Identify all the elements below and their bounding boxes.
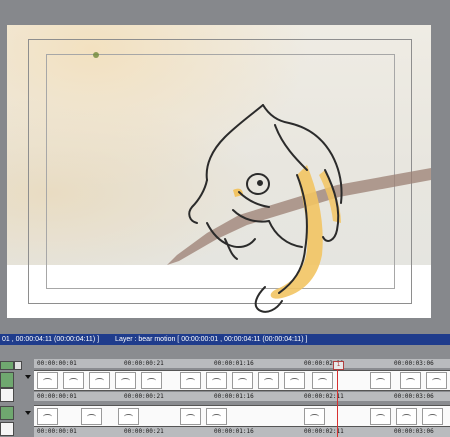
layer-color-swatch[interactable] — [0, 372, 14, 388]
cel-thumbnail[interactable] — [370, 408, 391, 425]
ruler-label: 00:00:01:16 — [214, 393, 254, 400]
collapse-icon[interactable] — [0, 361, 14, 370]
ruler-label: 00:00:03:06 — [394, 428, 434, 435]
ruler-label: 00:00:00:21 — [124, 393, 164, 400]
timeline-panel[interactable]: 00:00:00:01 00:00:00:21 00:00:01:16 00:0… — [0, 345, 450, 437]
layer2-visibility-toggle[interactable] — [0, 422, 14, 436]
ruler-label: 00:00:00:21 — [124, 360, 164, 367]
cel-thumbnail[interactable] — [37, 372, 58, 389]
ruler-label: 00:00:00:01 — [37, 393, 77, 400]
arrow-down-icon-2[interactable] — [25, 411, 31, 415]
ruler-label: 00:00:03:06 — [394, 360, 434, 367]
playhead-marker[interactable]: 1 — [333, 361, 344, 370]
cel-thumbnail[interactable] — [141, 372, 162, 389]
cel-thumbnail[interactable] — [400, 372, 421, 389]
cel-thumbnail[interactable] — [312, 372, 333, 389]
time-ruler-middle[interactable]: 00:00:00:01 00:00:00:21 00:00:01:16 00:0… — [34, 392, 450, 401]
layer2-color-swatch[interactable] — [0, 406, 14, 420]
playhead-line[interactable] — [337, 361, 338, 437]
time-ruler-top[interactable]: 00:00:00:01 00:00:00:21 00:00:01:16 00:0… — [34, 359, 450, 368]
dot-mark — [93, 52, 99, 58]
bear-mouth-color — [233, 188, 243, 197]
cel-thumbnail[interactable] — [81, 408, 102, 425]
cel-thumbnail[interactable] — [206, 372, 227, 389]
status-bar: 01 , 00:00:04:11 (00:00:04:11) ] Layer : … — [0, 334, 450, 345]
paper-sheet[interactable] — [7, 25, 431, 318]
cel-thumbnail[interactable] — [370, 372, 391, 389]
ruler-label: 00:00:00:01 — [37, 360, 77, 367]
cel-thumbnail[interactable] — [232, 372, 253, 389]
layer-info-text: Layer : bear motion [ 00:00:00:01 , 00:0… — [115, 336, 308, 343]
cel-thumbnail[interactable] — [426, 372, 447, 389]
check-icon[interactable] — [14, 361, 22, 370]
ruler-label: 00:00:01:16 — [214, 428, 254, 435]
cel-thumbnail[interactable] — [422, 408, 443, 425]
cel-thumbnail[interactable] — [118, 408, 139, 425]
cel-track-1[interactable] — [34, 370, 450, 391]
cel-thumbnail[interactable] — [63, 372, 84, 389]
layer-controls — [0, 345, 34, 437]
ruler-label: 00:00:03:06 — [394, 393, 434, 400]
cel-thumbnail[interactable] — [304, 408, 325, 425]
time-ruler-bottom[interactable]: 00:00:00:01 00:00:00:21 00:00:01:16 00:0… — [34, 427, 450, 437]
cel-thumbnail[interactable] — [284, 372, 305, 389]
cel-thumbnail[interactable] — [89, 372, 110, 389]
bear-body-color — [270, 165, 323, 299]
cel-thumbnail[interactable] — [258, 372, 279, 389]
frame-range-text: 01 , 00:00:04:11 (00:00:04:11) ] — [2, 336, 100, 343]
ruler-label: 00:00:01:16 — [214, 360, 254, 367]
sketch-drawing — [93, 52, 431, 313]
cel-thumbnail[interactable] — [396, 408, 417, 425]
cel-thumbnail[interactable] — [180, 408, 201, 425]
drawing-canvas-area[interactable] — [0, 0, 450, 334]
arrow-down-icon[interactable] — [25, 375, 31, 379]
ruler-label: 00:00:00:21 — [124, 428, 164, 435]
ruler-label: 00:00:00:01 — [37, 428, 77, 435]
cel-thumbnail[interactable] — [206, 408, 227, 425]
cel-thumbnail[interactable] — [115, 372, 136, 389]
cel-thumbnail[interactable] — [37, 408, 58, 425]
cel-track-2[interactable] — [34, 405, 450, 427]
layer-visibility-toggle[interactable] — [0, 388, 14, 402]
cel-thumbnail[interactable] — [180, 372, 201, 389]
